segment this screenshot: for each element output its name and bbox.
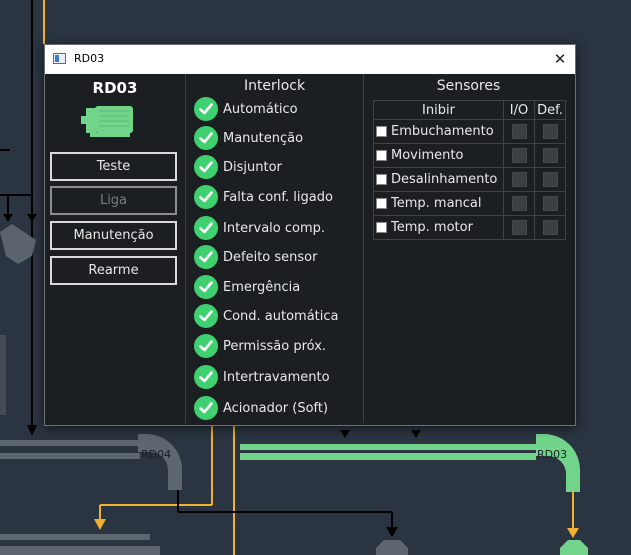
- title-bar[interactable]: RD03 ✕: [45, 45, 575, 74]
- interlock-panel: Interlock Automático Manutenção Disjuntor F…: [186, 74, 364, 423]
- inhibit-header: Inibir: [373, 100, 504, 120]
- sensor-row: Desalinhamento: [373, 167, 566, 192]
- reset-button[interactable]: Rearme: [50, 256, 177, 285]
- interlock-label: Defeito sensor: [223, 249, 318, 265]
- device-panel: RD03 Teste Liga Manutenção Rearme: [45, 74, 186, 423]
- dialog-content: RD03 Teste Liga Manutenção Rearme Interl…: [45, 74, 575, 425]
- interlock-item: Cond. automática: [194, 303, 339, 329]
- def-header: Def.: [534, 100, 566, 120]
- interlock-label: Automático: [223, 101, 298, 117]
- sensor-name: Desalinhamento: [391, 172, 498, 187]
- interlock-label: Falta conf. ligado: [223, 189, 333, 205]
- interlock-label: Intervalo comp.: [223, 220, 326, 236]
- test-button[interactable]: Teste: [50, 152, 177, 181]
- interlock-label: Intertravamento: [223, 369, 330, 385]
- window-title: RD03: [74, 52, 105, 65]
- sensor-row: Movimento: [373, 143, 566, 168]
- interlock-label: Disjuntor: [223, 159, 282, 175]
- maintenance-button[interactable]: Manutenção: [50, 221, 177, 250]
- sensor-row: Embuchamento: [373, 119, 566, 144]
- sensor-name: Embuchamento: [391, 124, 494, 139]
- device-dialog: RD03 ✕ RD03 Teste Liga Manutenção Rearme: [44, 44, 576, 426]
- check-circle-icon: [194, 185, 218, 209]
- check-circle-icon: [194, 245, 218, 269]
- inhibit-checkbox[interactable]: [376, 222, 387, 233]
- inhibit-checkbox[interactable]: [376, 198, 387, 209]
- io-indicator: [511, 124, 527, 139]
- check-circle-icon: [194, 334, 218, 358]
- sensor-name: Movimento: [391, 148, 464, 163]
- sensors-table: Inibir I/O Def. Embuchamento Movimento Des…: [373, 100, 566, 240]
- io-indicator: [511, 196, 527, 211]
- def-indicator: [542, 196, 558, 211]
- def-indicator: [542, 220, 558, 235]
- interlock-item: Defeito sensor: [194, 244, 317, 270]
- def-indicator: [542, 172, 558, 187]
- interlock-label: Emergência: [223, 279, 301, 295]
- rotor-shape: [0, 224, 36, 264]
- check-circle-icon: [194, 126, 218, 150]
- io-indicator: [511, 220, 527, 235]
- interlock-label: Permissão próx.: [223, 338, 327, 354]
- sensor-row: Temp. mancal: [373, 191, 566, 216]
- sensor-name: Temp. mancal: [391, 196, 482, 211]
- io-indicator: [511, 172, 527, 187]
- interlock-label: Manutenção: [223, 130, 304, 146]
- check-circle-icon: [194, 304, 218, 328]
- sensor-name: Temp. motor: [391, 220, 473, 235]
- interlock-item: Automático: [194, 96, 298, 122]
- interlock-item: Manutenção: [194, 125, 303, 151]
- sensors-panel: Sensores Inibir I/O Def. Embuchamento Mov…: [364, 74, 573, 423]
- device-name: RD03: [92, 79, 138, 97]
- sensor-row: Temp. motor: [373, 215, 566, 240]
- inhibit-checkbox[interactable]: [376, 126, 387, 137]
- check-circle-icon: [194, 365, 218, 389]
- rd03-label: RD03: [537, 448, 567, 461]
- io-header: I/O: [503, 100, 535, 120]
- interlock-item: Disjuntor: [194, 154, 282, 180]
- interlock-item: Falta conf. ligado: [194, 184, 333, 210]
- rd04-label: RD04: [141, 448, 171, 461]
- close-button[interactable]: ✕: [545, 45, 575, 74]
- def-indicator: [542, 124, 558, 139]
- interlock-item: Intertravamento: [194, 364, 330, 390]
- interlock-title: Interlock: [243, 78, 306, 94]
- interlock-label: Acionador (Soft): [223, 400, 329, 416]
- start-button[interactable]: Liga: [50, 186, 177, 215]
- interlock-item: Emergência: [194, 274, 300, 300]
- interlock-label: Cond. automática: [223, 308, 339, 324]
- check-circle-icon: [194, 275, 218, 299]
- inhibit-checkbox[interactable]: [376, 174, 387, 185]
- interlock-item: Permissão próx.: [194, 333, 326, 359]
- check-circle-icon: [194, 97, 218, 121]
- check-circle-icon: [194, 216, 218, 240]
- io-indicator: [511, 148, 527, 163]
- check-circle-icon: [194, 155, 218, 179]
- interlock-item: Intervalo comp.: [194, 215, 325, 241]
- def-indicator: [542, 148, 558, 163]
- window-app-icon: [53, 53, 66, 64]
- motor-icon: [81, 106, 133, 137]
- sensors-title: Sensores: [436, 78, 501, 94]
- check-circle-icon: [194, 396, 218, 420]
- inhibit-checkbox[interactable]: [376, 150, 387, 161]
- interlock-item: Acionador (Soft): [194, 395, 328, 421]
